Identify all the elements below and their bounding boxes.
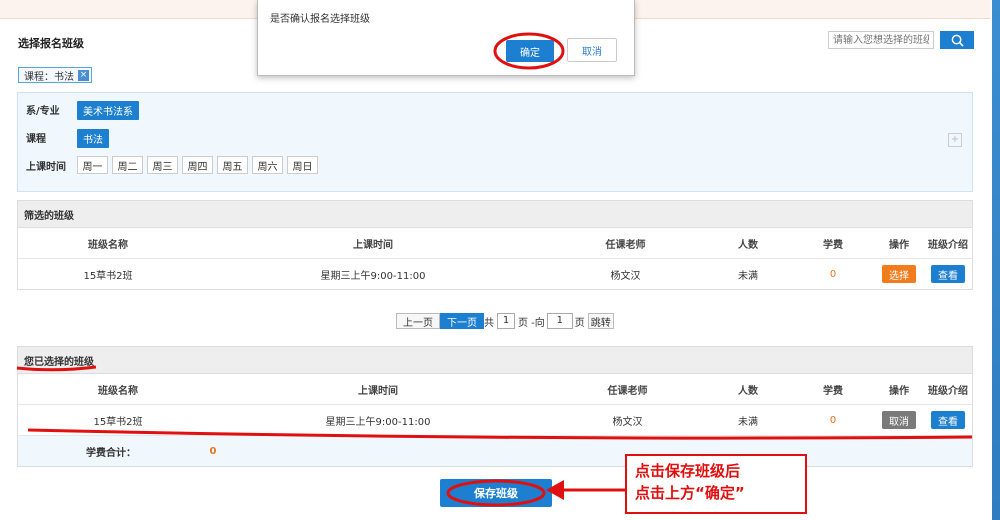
- selected-classes-panel: 您已选择的班级 班级名称 上课时间 任课老师 人数 学费 操作 班级介绍 15草…: [17, 346, 973, 467]
- filter-panel: 系/专业 美术书法系 课程 书法 上课时间 周一 周二 周三 周四 周五 周六 …: [17, 92, 973, 192]
- col-header: 班级介绍: [928, 385, 968, 397]
- day-option[interactable]: 周二: [112, 156, 143, 174]
- col-header: 操作: [889, 239, 909, 251]
- pager-goto-suffix: 页: [574, 317, 585, 329]
- col-header: 任课老师: [607, 385, 648, 397]
- pager-total-prefix: 共: [484, 317, 494, 329]
- dialog-message: 是否确认报名选择班级: [270, 14, 370, 25]
- col-header: 上课时间: [358, 385, 398, 397]
- pager-total-suffix: 页 -向: [518, 317, 545, 329]
- class-name: 15草书2班: [93, 416, 143, 428]
- fee-total-label: 学费合计：: [86, 447, 136, 459]
- day-option[interactable]: 周日: [287, 156, 318, 174]
- table-header: 班级名称 上课时间 任课老师 人数 学费 操作 班级介绍: [18, 374, 972, 405]
- prev-page-button[interactable]: 上一页: [396, 313, 440, 329]
- section-title: 选择报名班级: [18, 37, 84, 50]
- class-search-input[interactable]: [828, 31, 934, 49]
- col-header: 学费: [823, 385, 843, 397]
- class-fee: 0: [829, 414, 837, 426]
- expand-filters-icon[interactable]: +: [948, 133, 962, 147]
- day-option[interactable]: 周四: [182, 156, 213, 174]
- page-scrollbar[interactable]: [992, 0, 1000, 520]
- col-header: 班级名称: [98, 385, 138, 397]
- col-header: 班级名称: [88, 239, 128, 251]
- dialog-ok-button[interactable]: 确定: [506, 40, 554, 62]
- panel-title: 筛选的班级: [18, 201, 972, 228]
- view-class-button[interactable]: 查看: [931, 265, 965, 283]
- pagination: 上一页 下一页 共 1 页 -向 1 页 跳转: [396, 313, 614, 329]
- table-header: 班级名称 上课时间 任课老师 人数 学费 操作 班级介绍: [18, 228, 972, 259]
- active-filter-tag: 课程：书法 ×: [18, 67, 92, 83]
- jump-button[interactable]: 跳转: [587, 313, 614, 329]
- col-header: 班级介绍: [928, 239, 968, 251]
- day-options: 周一 周二 周三 周四 周五 周六 周日: [77, 156, 318, 174]
- table-row: 15草书2班 星期三上午9:00-11:00 杨文汉 未满 0 取消 查看: [18, 405, 972, 436]
- dept-label: 系/专业: [26, 106, 60, 117]
- pager-total: 1: [497, 313, 515, 329]
- annotation-line-1: 点击保存班级后: [635, 462, 741, 480]
- table-row: 15草书2班 星期三上午9:00-11:00 杨文汉 未满 0 选择 查看: [18, 259, 972, 289]
- course-label: 课程: [26, 134, 46, 145]
- day-option[interactable]: 周一: [77, 156, 108, 174]
- class-count: 未满: [738, 270, 758, 282]
- day-option[interactable]: 周三: [147, 156, 178, 174]
- annotation-line-2: 点击上方“确定”: [635, 484, 745, 502]
- view-class-button[interactable]: 查看: [931, 411, 965, 429]
- fee-total-value: 0: [209, 445, 217, 457]
- tag-label: 课程：书法: [24, 71, 74, 83]
- col-header: 人数: [738, 239, 758, 251]
- col-header: 上课时间: [353, 239, 393, 251]
- col-header: 操作: [889, 385, 909, 397]
- next-page-button[interactable]: 下一页: [440, 313, 484, 329]
- tag-close-icon[interactable]: ×: [78, 69, 89, 81]
- day-option[interactable]: 周六: [252, 156, 283, 174]
- col-header: 任课老师: [605, 239, 646, 251]
- search-button[interactable]: [940, 31, 974, 49]
- search-icon: [951, 34, 964, 47]
- save-classes-button[interactable]: 保存班级: [440, 479, 552, 507]
- time-label: 上课时间: [26, 162, 66, 173]
- class-count: 未满: [738, 416, 758, 428]
- class-time: 星期三上午9:00-11:00: [325, 416, 431, 428]
- select-class-button[interactable]: 选择: [882, 265, 916, 283]
- class-teacher: 杨文汉: [610, 270, 641, 282]
- panel-title: 您已选择的班级: [18, 347, 972, 374]
- class-teacher: 杨文汉: [612, 416, 643, 428]
- goto-page-input[interactable]: 1: [546, 313, 573, 329]
- dept-option-active[interactable]: 美术书法系: [77, 101, 139, 120]
- class-time: 星期三上午9:00-11:00: [320, 270, 426, 282]
- class-name: 15草书2班: [83, 270, 133, 282]
- class-fee: 0: [829, 268, 837, 280]
- col-header: 人数: [738, 385, 758, 397]
- col-header: 学费: [823, 239, 843, 251]
- cancel-class-button[interactable]: 取消: [882, 411, 916, 429]
- filtered-classes-panel: 筛选的班级 班级名称 上课时间 任课老师 人数 学费 操作 班级介绍 15草书2…: [17, 200, 973, 290]
- day-option[interactable]: 周五: [217, 156, 248, 174]
- fee-total-row: 学费合计： 0: [18, 436, 972, 466]
- confirm-dialog: 是否确认报名选择班级 确定 取消: [257, 0, 635, 76]
- dialog-cancel-button[interactable]: 取消: [567, 38, 617, 62]
- annotation-callout: 点击保存班级后 点击上方“确定”: [625, 454, 807, 514]
- course-option-active[interactable]: 书法: [77, 129, 109, 148]
